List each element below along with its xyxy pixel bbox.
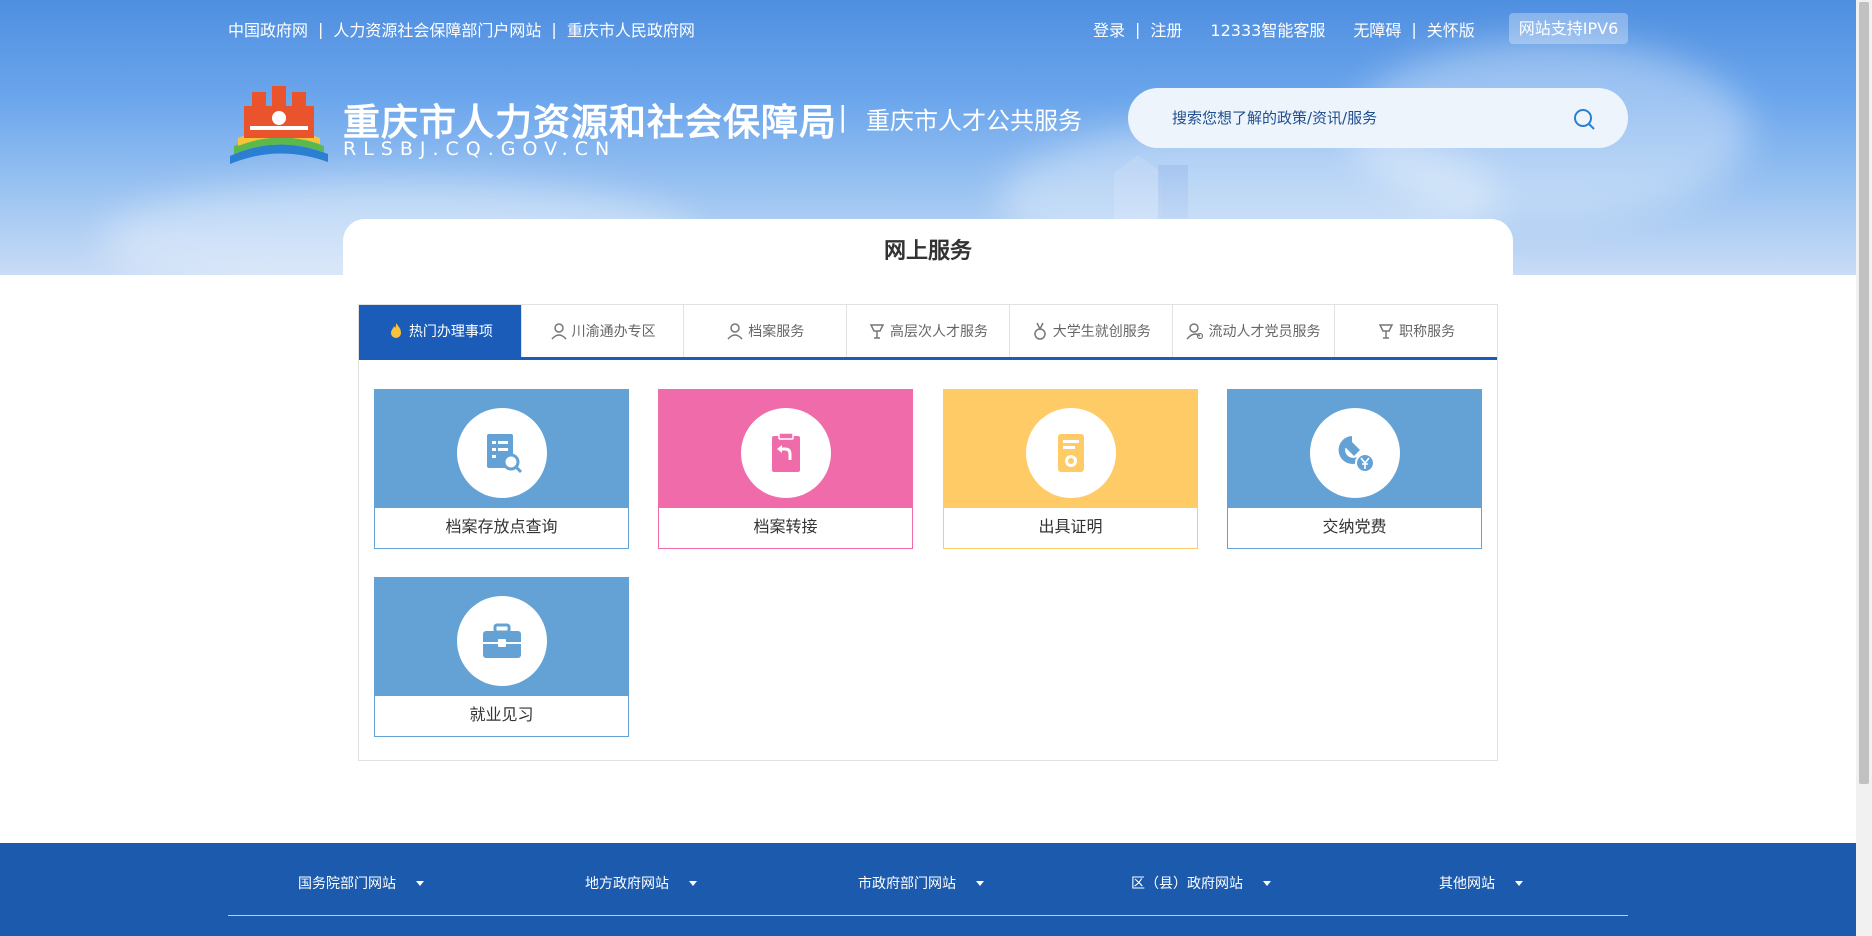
search-input[interactable] xyxy=(1172,103,1552,133)
chevron-down-icon xyxy=(976,880,984,886)
tile-header xyxy=(944,390,1197,509)
footer-divider xyxy=(228,915,1628,916)
flame-icon xyxy=(390,323,401,338)
tab-label: 高层次人才服务 xyxy=(890,324,989,340)
service-title: 重庆市人才公共服务 xyxy=(866,107,1082,135)
tile-archive-location-query[interactable]: 档案存放点查询 xyxy=(374,389,629,549)
tab-graduate-services[interactable]: 大学生就创服务 xyxy=(1010,305,1173,357)
tile-archive-transfer[interactable]: 档案转接 xyxy=(658,389,913,549)
accessibility-link[interactable]: 无障碍 xyxy=(1353,17,1401,41)
tile-header xyxy=(375,390,628,509)
service-tabs: 热门办理事项 川渝通办专区 档案服务 高层次人才服务 大学生就创服务 流动人才党… xyxy=(359,305,1497,360)
tile-pay-party-fee[interactable]: 交纳党费 xyxy=(1227,389,1482,549)
person-icon xyxy=(551,323,567,340)
separator: | xyxy=(1135,19,1141,39)
footer-link-label: 市政府部门网站 xyxy=(858,876,956,892)
tile-icon-circle xyxy=(740,408,831,498)
document-search-icon xyxy=(486,434,522,474)
chevron-down-icon xyxy=(1515,880,1523,886)
tile-icon-circle xyxy=(456,408,547,498)
footer: 国务院部门网站 地方政府网站 市政府部门网站 区（县）政府网站 其他网站 xyxy=(0,843,1856,936)
title-separator: | xyxy=(838,100,848,133)
tile-issue-certificate[interactable]: 出具证明 xyxy=(943,389,1198,549)
ipv6-badge: 网站支持IPV6 xyxy=(1509,13,1628,44)
tile-label: 交纳党费 xyxy=(1228,508,1481,548)
register-link[interactable]: 注册 xyxy=(1150,17,1182,41)
search-icon[interactable] xyxy=(1572,107,1596,131)
tab-label: 流动人才党员服务 xyxy=(1208,324,1321,340)
award-icon xyxy=(869,324,885,339)
login-link[interactable]: 登录 xyxy=(1093,17,1125,41)
chevron-down-icon xyxy=(1263,880,1271,886)
tile-icon-circle xyxy=(1025,408,1116,498)
care-mode-link[interactable]: 关怀版 xyxy=(1427,17,1475,41)
footer-link-local-gov[interactable]: 地方政府网站 xyxy=(585,873,697,893)
footer-link-other-sites[interactable]: 其他网站 xyxy=(1439,873,1523,893)
tab-mobile-party-members[interactable]: 流动人才党员服务 xyxy=(1173,305,1336,357)
footer-link-label: 国务院部门网站 xyxy=(298,876,396,892)
vertical-scrollbar[interactable] xyxy=(1856,0,1872,936)
tab-archive-services[interactable]: 档案服务 xyxy=(684,305,848,357)
tile-icon-circle xyxy=(1309,408,1400,498)
tile-header xyxy=(659,390,912,509)
person-icon xyxy=(727,323,743,340)
tab-label: 川渝通办专区 xyxy=(571,324,656,340)
bureau-logo-icon xyxy=(230,86,328,164)
tab-hot-services[interactable]: 热门办理事项 xyxy=(359,305,522,357)
tab-label: 职称服务 xyxy=(1399,324,1456,340)
link-cq-gov[interactable]: 重庆市人民政府网 xyxy=(567,17,695,41)
footer-link-label: 其他网站 xyxy=(1439,876,1495,892)
tab-sichuan-chongqing[interactable]: 川渝通办专区 xyxy=(522,305,685,357)
clipboard-return-icon xyxy=(771,432,800,472)
scrollbar-thumb[interactable] xyxy=(1859,2,1869,784)
briefcase-icon xyxy=(482,623,521,658)
tile-icon-circle xyxy=(456,596,547,686)
chevron-down-icon xyxy=(416,880,424,886)
service-panel: 热门办理事项 川渝通办专区 档案服务 高层次人才服务 大学生就创服务 流动人才党… xyxy=(358,304,1498,761)
award-icon xyxy=(1378,324,1394,339)
top-navigation: 中国政府网 | 人力资源社会保障部门户网站 | 重庆市人民政府网 登录 | 注册… xyxy=(228,13,1872,44)
search-box xyxy=(1128,88,1628,148)
certificate-icon xyxy=(1057,434,1084,472)
tile-employment-internship[interactable]: 就业见习 xyxy=(374,577,629,737)
footer-link-state-council[interactable]: 国务院部门网站 xyxy=(298,873,424,893)
tile-label: 档案转接 xyxy=(659,508,912,548)
tile-header xyxy=(1228,390,1481,509)
site-domain: RLSBJ.CQ.GOV.CN xyxy=(343,138,617,160)
tab-label: 档案服务 xyxy=(748,324,805,340)
tile-label: 档案存放点查询 xyxy=(375,508,628,548)
link-mohrss[interactable]: 人力资源社会保障部门户网站 xyxy=(333,17,541,41)
section-title: 网上服务 xyxy=(883,239,972,264)
online-service-header: 网上服务 xyxy=(343,219,1513,279)
tab-professional-titles[interactable]: 职称服务 xyxy=(1335,305,1497,357)
party-fee-icon xyxy=(1338,436,1375,473)
tab-label: 大学生就创服务 xyxy=(1052,324,1151,340)
tab-high-level-talent[interactable]: 高层次人才服务 xyxy=(847,305,1010,357)
footer-link-city-departments[interactable]: 市政府部门网站 xyxy=(858,873,984,893)
tile-label: 出具证明 xyxy=(944,508,1197,548)
person-gear-icon xyxy=(1186,323,1204,340)
medal-icon xyxy=(1033,322,1046,340)
tile-label: 就业见习 xyxy=(375,696,628,736)
separator: | xyxy=(318,19,324,39)
separator: | xyxy=(551,19,557,39)
chevron-down-icon xyxy=(689,880,697,886)
service-hotline-link[interactable]: 12333智能客服 xyxy=(1210,17,1325,41)
link-gov-cn[interactable]: 中国政府网 xyxy=(228,17,308,41)
separator: | xyxy=(1411,19,1417,39)
footer-link-district-gov[interactable]: 区（县）政府网站 xyxy=(1131,873,1271,893)
tile-header xyxy=(375,578,628,697)
footer-link-label: 地方政府网站 xyxy=(585,876,669,892)
footer-link-label: 区（县）政府网站 xyxy=(1131,876,1243,892)
tab-label: 热门办理事项 xyxy=(408,324,493,340)
